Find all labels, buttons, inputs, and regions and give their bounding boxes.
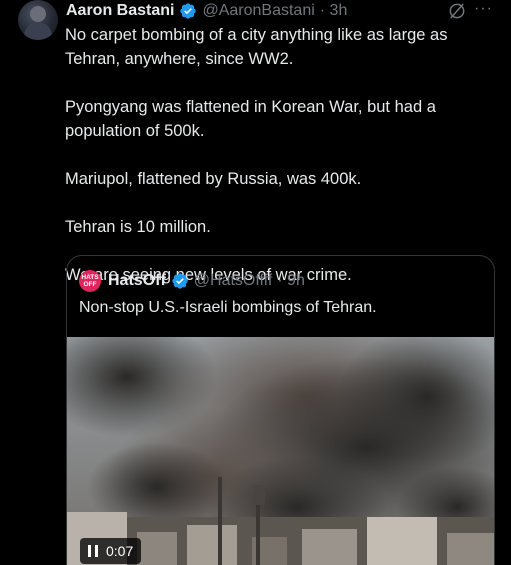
quote-time[interactable]: · 9h <box>277 272 305 290</box>
tweet-paragraph: No carpet bombing of a city anything lik… <box>65 26 448 68</box>
quoted-tweet-card[interactable]: HATS OFF HatsOff @HatsOffff · 9h Non-sto… <box>66 255 495 565</box>
author-name[interactable]: Aaron Bastani <box>66 1 174 21</box>
tweet-paragraph: Pyongyang was flattened in Korean War, b… <box>65 98 436 140</box>
more-options-icon[interactable]: ··· <box>474 0 498 20</box>
smoke-video-frame <box>67 337 494 565</box>
quote-avatar[interactable]: HATS OFF <box>79 270 101 292</box>
video-player[interactable]: 0:07 <box>67 337 494 565</box>
tweet-header: Aaron Bastani @AaronBastani · 3h <box>66 0 347 22</box>
pause-icon[interactable] <box>88 545 98 557</box>
quote-author-name[interactable]: HatsOff <box>108 272 166 290</box>
author-handle[interactable]: @AaronBastani <box>202 1 314 21</box>
avatar-head-shape <box>30 6 46 22</box>
grok-icon[interactable] <box>447 1 467 21</box>
tweet-paragraph: Tehran is 10 million. <box>65 218 211 236</box>
quote-header: HatsOff @HatsOffff · 9h <box>108 270 305 292</box>
tweet-avatar[interactable] <box>18 0 58 40</box>
tweet-text: No carpet bombing of a city anything lik… <box>65 23 505 287</box>
avatar-body-shape <box>24 22 52 40</box>
tweet-paragraph: Mariupol, flattened by Russia, was 400k. <box>65 170 362 188</box>
quote-text: Non-stop U.S.-Israeli bombings of Tehran… <box>79 299 377 316</box>
verified-badge-icon <box>172 273 188 289</box>
tweet-time[interactable]: · 3h <box>320 1 348 21</box>
video-time: 0:07 <box>106 543 134 559</box>
video-time-badge[interactable]: 0:07 <box>80 538 142 564</box>
verified-badge-icon <box>180 3 197 19</box>
quote-author-handle[interactable]: @HatsOffff <box>194 272 273 290</box>
